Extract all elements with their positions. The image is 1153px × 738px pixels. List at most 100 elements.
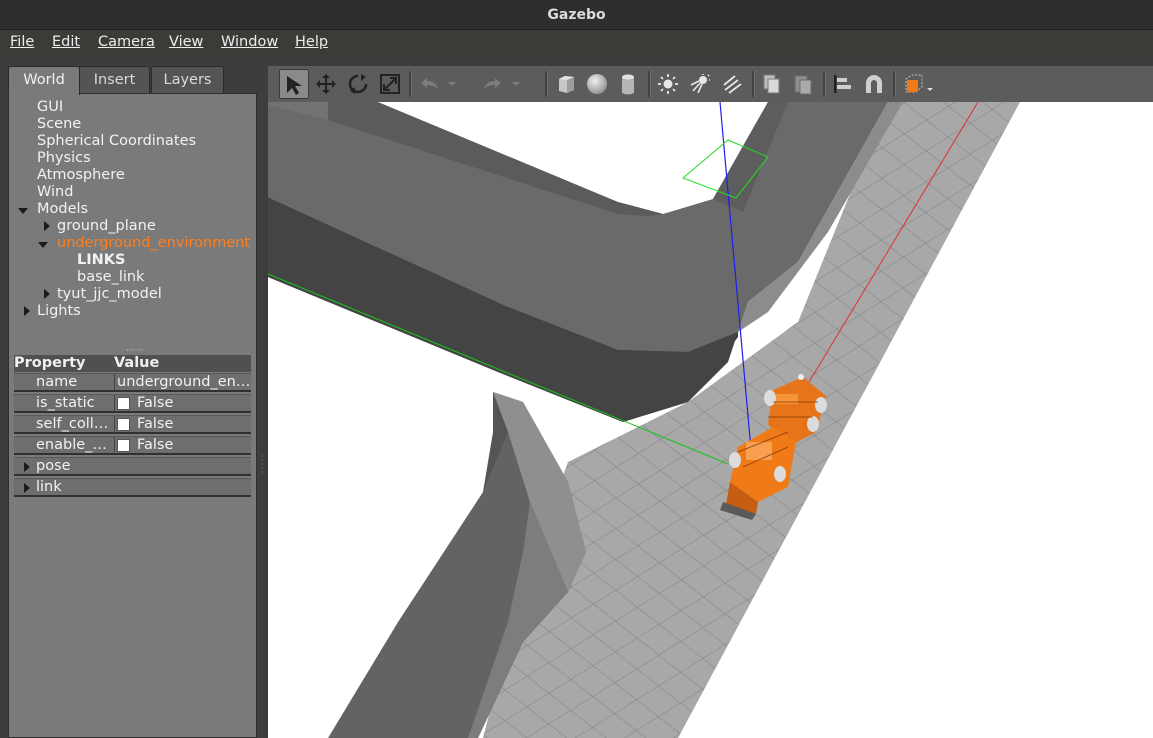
scene-render xyxy=(268,102,1153,738)
panel-splitter-handle[interactable]: ······ xyxy=(126,347,143,356)
tab-world[interactable]: World xyxy=(8,66,80,95)
paste-icon xyxy=(794,75,812,95)
menu-camera-label: Camera xyxy=(98,34,155,50)
self-collide-checkbox[interactable] xyxy=(117,418,130,431)
tab-layers-label: Layers xyxy=(163,72,212,88)
tree-item-spherical-coordinates[interactable]: Spherical Coordinates xyxy=(37,133,196,150)
copy-button[interactable] xyxy=(757,69,787,99)
chevron-down-icon xyxy=(448,82,456,86)
property-key-name: name xyxy=(36,374,78,390)
undo-icon xyxy=(421,78,438,90)
menu-file[interactable]: File xyxy=(10,34,34,50)
expand-lights-icon[interactable] xyxy=(24,306,30,316)
menu-camera[interactable]: Camera xyxy=(98,34,155,50)
toolbar-separator xyxy=(409,71,412,97)
scene-viewport[interactable] xyxy=(268,102,1153,738)
tree-item-links-heading: LINKS xyxy=(77,252,126,268)
is-static-value: False xyxy=(137,395,174,411)
spot-light-icon xyxy=(690,74,710,94)
point-light-button[interactable] xyxy=(653,69,683,99)
align-button[interactable] xyxy=(828,69,858,99)
property-row-link[interactable]: link xyxy=(14,478,251,497)
box-shape-button[interactable] xyxy=(551,69,581,99)
spot-light-button[interactable] xyxy=(685,69,715,99)
menu-help-label: Help xyxy=(295,34,329,50)
window-title: Gazebo xyxy=(547,7,606,23)
window-title-bar: Gazebo xyxy=(0,0,1153,30)
property-table-header: Property Value xyxy=(14,355,251,372)
tree-item-lights[interactable]: Lights xyxy=(37,303,81,320)
toolbar-separator xyxy=(545,71,548,97)
expand-tyut-model-icon[interactable] xyxy=(44,289,50,299)
property-row-is-static[interactable]: is_static False xyxy=(14,394,251,413)
chevron-down-icon xyxy=(512,82,520,86)
property-row-name[interactable]: name underground_en… xyxy=(14,373,251,392)
menu-edit[interactable]: Edit xyxy=(52,34,80,50)
directional-light-button[interactable] xyxy=(717,69,747,99)
tree-item-physics[interactable]: Physics xyxy=(37,150,91,167)
tree-item-tyut-jjc-model[interactable]: tyut_jjc_model xyxy=(57,286,162,303)
property-row-pose[interactable]: pose xyxy=(14,457,251,476)
tree-item-atmosphere[interactable]: Atmosphere xyxy=(37,167,125,184)
property-column-header: Property xyxy=(14,355,86,371)
menu-bar: File Edit Camera View Window Help xyxy=(0,30,1153,58)
main-toolbar xyxy=(268,66,1153,103)
box-icon xyxy=(559,76,574,93)
expand-underground-environment-icon[interactable] xyxy=(38,242,48,248)
toolbar-separator xyxy=(752,71,755,97)
paste-button[interactable] xyxy=(788,69,818,99)
toolbar-separator xyxy=(893,71,896,97)
select-mode-button[interactable] xyxy=(279,69,309,99)
tree-item-gui[interactable]: GUI xyxy=(37,99,63,116)
redo-button[interactable] xyxy=(477,69,503,99)
scale-icon xyxy=(380,74,400,94)
snap-button[interactable] xyxy=(859,69,889,99)
property-key-link: link xyxy=(36,479,62,495)
property-row-self-collide[interactable]: self_coll… False xyxy=(14,415,251,434)
menu-view-label: View xyxy=(169,34,204,50)
cylinder-icon xyxy=(622,74,634,95)
tree-item-scene[interactable]: Scene xyxy=(37,116,81,133)
enable-wind-value: False xyxy=(137,437,174,453)
rotate-mode-button[interactable] xyxy=(343,69,373,99)
tree-item-models[interactable]: Models xyxy=(37,201,88,218)
toolbar-separator xyxy=(648,71,651,97)
column-divider xyxy=(114,374,115,391)
expand-models-icon[interactable] xyxy=(18,208,28,214)
column-divider xyxy=(114,416,115,433)
tree-item-wind[interactable]: Wind xyxy=(37,184,73,201)
view-angle-button[interactable] xyxy=(899,69,935,99)
sphere-shape-button[interactable] xyxy=(582,69,612,99)
enable-wind-checkbox[interactable] xyxy=(117,439,130,452)
menu-help[interactable]: Help xyxy=(295,34,328,50)
is-static-checkbox[interactable] xyxy=(117,397,130,410)
redo-history-dropdown[interactable] xyxy=(508,69,524,99)
undo-history-dropdown[interactable] xyxy=(444,69,460,99)
expand-link-icon[interactable] xyxy=(24,483,30,493)
copy-icon xyxy=(763,74,780,94)
move-arrows-icon xyxy=(316,74,336,94)
toolbar-separator xyxy=(823,71,826,97)
tab-layers[interactable]: Layers xyxy=(151,66,224,94)
tree-item-ground-plane[interactable]: ground_plane xyxy=(57,218,156,235)
menu-window-label: Window xyxy=(221,34,279,50)
scale-mode-button[interactable] xyxy=(375,69,405,99)
menu-view[interactable]: View xyxy=(169,34,203,50)
translate-mode-button[interactable] xyxy=(311,69,341,99)
dock-resize-handle[interactable]: · · · · · xyxy=(261,453,264,477)
tree-item-base-link[interactable]: base_link xyxy=(77,269,144,286)
align-icon xyxy=(834,75,851,93)
menu-window[interactable]: Window xyxy=(221,34,278,50)
tab-insert-label: Insert xyxy=(93,72,136,88)
self-collide-value: False xyxy=(137,416,174,432)
property-value-name[interactable]: underground_en… xyxy=(117,374,249,391)
property-key-enable-wind: enable_… xyxy=(36,437,107,453)
tree-item-underground-environment[interactable]: underground_environment xyxy=(57,235,250,252)
cylinder-shape-button[interactable] xyxy=(613,69,643,99)
expand-ground-plane-icon[interactable] xyxy=(44,221,50,231)
property-row-enable-wind[interactable]: enable_… False xyxy=(14,436,251,455)
tab-insert[interactable]: Insert xyxy=(79,66,150,94)
menu-edit-label: Edit xyxy=(52,34,81,50)
undo-button[interactable] xyxy=(415,69,441,99)
expand-pose-icon[interactable] xyxy=(24,462,30,472)
